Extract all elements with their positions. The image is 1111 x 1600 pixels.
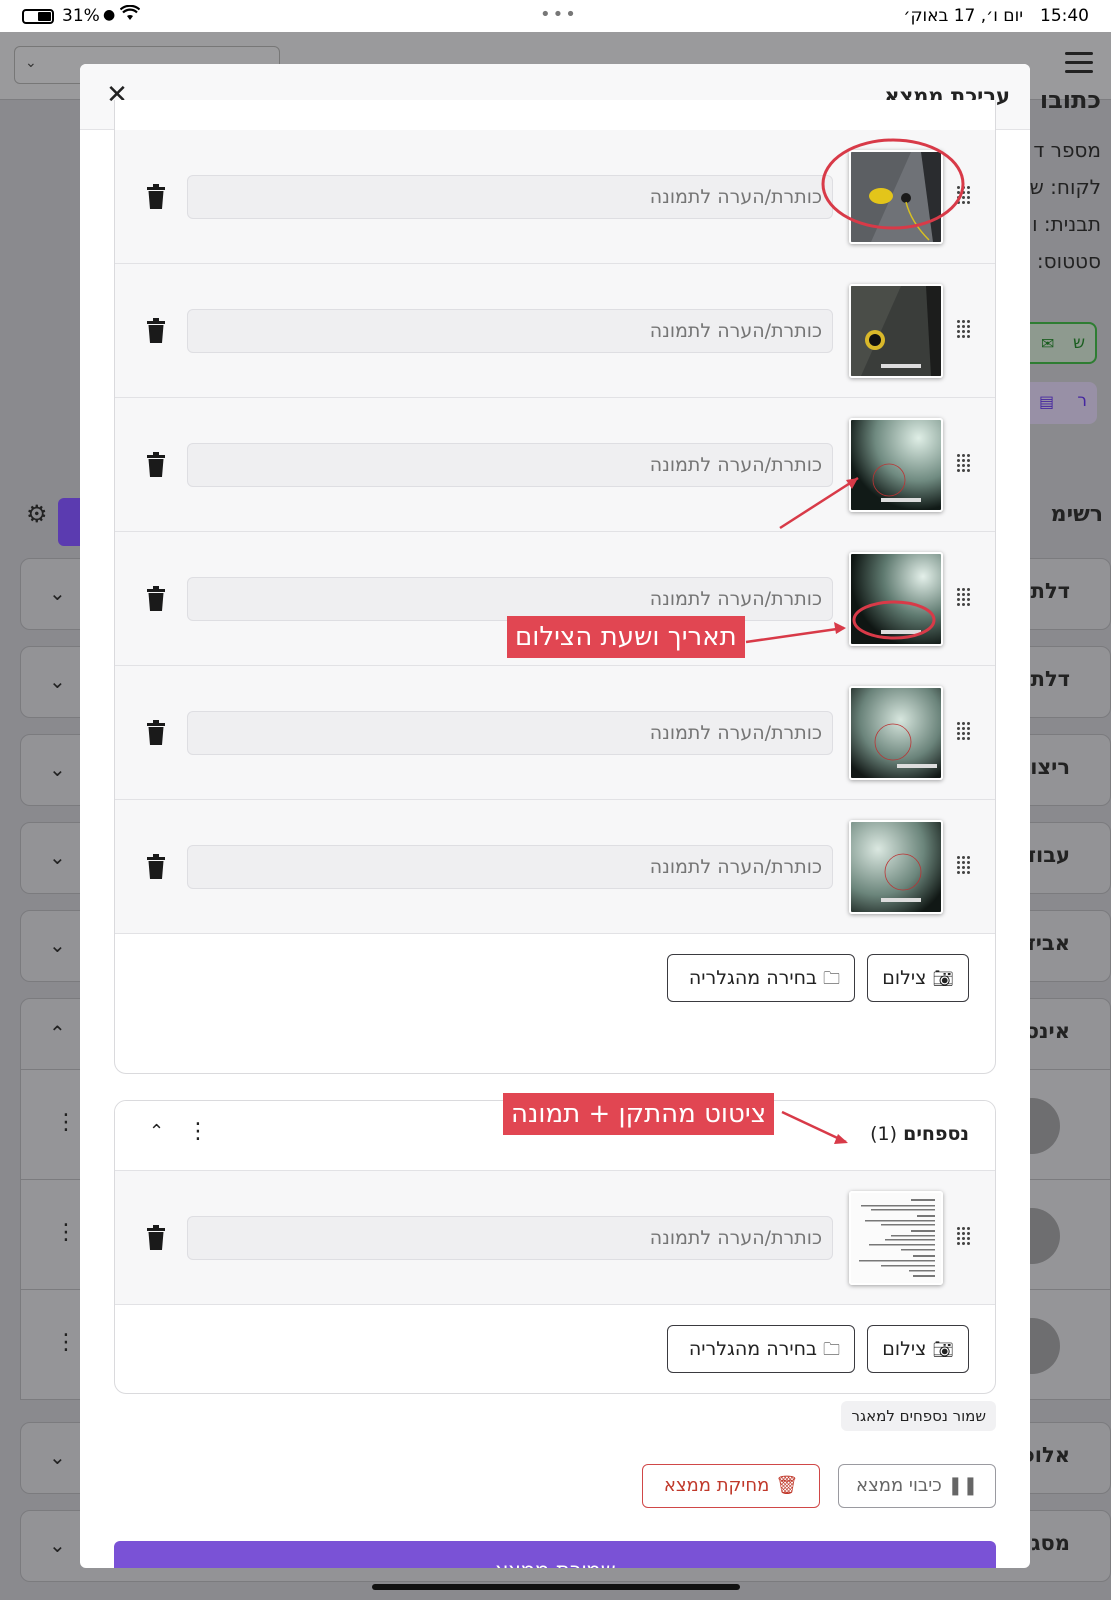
annotation-quote-label: ציטוט מהתקן + תמונה	[503, 1093, 775, 1135]
highlight-circle	[852, 600, 936, 640]
annotation-timestamp-label: תאריך ושעת הצילום	[507, 616, 745, 658]
annotation-arrow	[745, 626, 845, 644]
annotation-arrow	[779, 476, 859, 530]
home-indicator[interactable]	[372, 1584, 740, 1590]
highlight-circle	[821, 138, 965, 230]
annotation-arrow	[781, 1110, 847, 1144]
annotation-overlay	[745, 138, 965, 1144]
